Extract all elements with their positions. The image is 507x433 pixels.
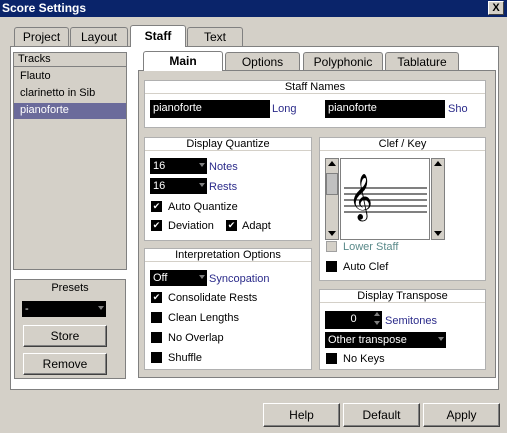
syncopation-value: Off [153, 272, 168, 284]
spin-up-icon[interactable] [374, 312, 380, 316]
rests-value: 16 [153, 180, 166, 192]
presets-value: - [25, 303, 29, 315]
notes-value: 16 [153, 160, 166, 172]
tab-layout[interactable]: Layout [70, 27, 128, 47]
tracks-list: Tracks Flauto clarinetto in Sib pianofor… [13, 52, 127, 270]
track-item-pianoforte[interactable]: pianoforte [14, 103, 126, 119]
staff-names-section: Staff Names pianoforte Long pianoforte S… [144, 80, 486, 128]
semitones-label: Semitones [385, 315, 437, 327]
presets-header: Presets [51, 282, 89, 294]
deviation-checkbox[interactable]: ✔ [151, 220, 162, 231]
chevron-down-icon [199, 163, 205, 167]
adapt-label: Adapt [242, 220, 271, 232]
notes-label: Notes [209, 161, 238, 173]
arrow-up-icon[interactable] [328, 161, 336, 166]
no-keys-checkbox[interactable] [326, 353, 337, 364]
semitones-value: 0 [350, 313, 357, 325]
shuffle-checkbox[interactable] [151, 352, 162, 363]
lower-staff-label: Lower Staff [343, 241, 399, 253]
treble-clef-icon: 𝄞 [349, 174, 373, 220]
auto-quantize-checkbox[interactable]: ✔ [151, 201, 162, 212]
arrow-down-icon[interactable] [328, 231, 336, 236]
interpretation-section: Interpretation Options Off Syncopation ✔… [144, 248, 312, 370]
consolidate-rests-checkbox[interactable]: ✔ [151, 292, 162, 303]
clef-scrollbar[interactable] [325, 158, 339, 240]
transpose-value: Other transpose [328, 334, 407, 346]
clef-key-title: Clef / Key [320, 138, 485, 151]
auto-clef-label: Auto Clef [343, 261, 389, 273]
arrow-up-icon[interactable] [434, 161, 442, 166]
subtab-polyphonic[interactable]: Polyphonic [303, 52, 383, 71]
semitones-spinbox[interactable]: 0 [325, 311, 382, 329]
shuffle-label: Shuffle [168, 352, 203, 364]
auto-quantize-label: Auto Quantize [168, 201, 238, 213]
chevron-down-icon [199, 183, 205, 187]
short-name-input[interactable]: pianoforte [325, 100, 445, 118]
syncopation-dropdown[interactable]: Off [150, 270, 207, 286]
remove-button[interactable]: Remove [23, 353, 107, 375]
long-label: Long [272, 103, 297, 115]
tracks-header: Tracks [14, 53, 126, 67]
clean-lengths-checkbox[interactable] [151, 312, 162, 323]
short-label: Sho [448, 103, 468, 115]
track-item-flauto[interactable]: Flauto [14, 69, 126, 85]
tab-text[interactable]: Text [187, 27, 243, 47]
spin-down-icon[interactable] [374, 321, 380, 325]
no-overlap-label: No Overlap [168, 332, 224, 344]
tab-project[interactable]: Project [14, 27, 69, 47]
subtab-tablature[interactable]: Tablature [385, 52, 459, 71]
default-button[interactable]: Default [343, 403, 420, 427]
presets-panel: Presets - Store Remove [14, 279, 126, 379]
subtab-main[interactable]: Main [143, 51, 223, 71]
help-button[interactable]: Help [263, 403, 340, 427]
display-transpose-section: Display Transpose 0 Semitones Other tran… [319, 289, 486, 370]
clef-scroll-thumb[interactable] [326, 173, 338, 195]
tab-staff[interactable]: Staff [130, 25, 186, 47]
apply-button[interactable]: Apply [423, 403, 500, 427]
notes-dropdown[interactable]: 16 [150, 158, 207, 174]
key-scrollbar[interactable] [431, 158, 445, 240]
deviation-label: Deviation [168, 220, 214, 232]
track-item-clarinetto[interactable]: clarinetto in Sib [14, 86, 126, 102]
interpretation-title: Interpretation Options [145, 249, 311, 262]
long-name-input[interactable]: pianoforte [150, 100, 270, 118]
store-button[interactable]: Store [23, 325, 107, 347]
staff-names-title: Staff Names [145, 81, 485, 94]
auto-clef-checkbox[interactable] [326, 261, 337, 272]
consolidate-rests-label: Consolidate Rests [168, 292, 258, 304]
chevron-down-icon [199, 275, 205, 279]
no-overlap-checkbox[interactable] [151, 332, 162, 343]
no-keys-label: No Keys [343, 353, 385, 365]
close-button[interactable]: X [488, 1, 504, 15]
transpose-dropdown[interactable]: Other transpose [325, 332, 446, 348]
chevron-down-icon [98, 306, 104, 310]
window-title: Score Settings [0, 0, 507, 17]
display-quantize-title: Display Quantize [145, 138, 311, 151]
adapt-checkbox[interactable]: ✔ [226, 220, 237, 231]
clef-key-section: Clef / Key 𝄞 Lower Staff Auto Clef [319, 137, 486, 281]
display-transpose-title: Display Transpose [320, 290, 485, 303]
display-quantize-section: Display Quantize 16 Notes 16 Rests ✔ Aut… [144, 137, 312, 241]
clean-lengths-label: Clean Lengths [168, 312, 239, 324]
presets-dropdown[interactable]: - [22, 301, 106, 317]
clef-preview: 𝄞 [340, 158, 430, 240]
arrow-down-icon[interactable] [434, 231, 442, 236]
lower-staff-checkbox[interactable] [326, 241, 337, 252]
rests-label: Rests [209, 181, 238, 193]
chevron-down-icon [438, 337, 444, 341]
subtab-options[interactable]: Options [225, 52, 300, 71]
rests-dropdown[interactable]: 16 [150, 178, 207, 194]
syncopation-label: Syncopation [209, 273, 270, 285]
